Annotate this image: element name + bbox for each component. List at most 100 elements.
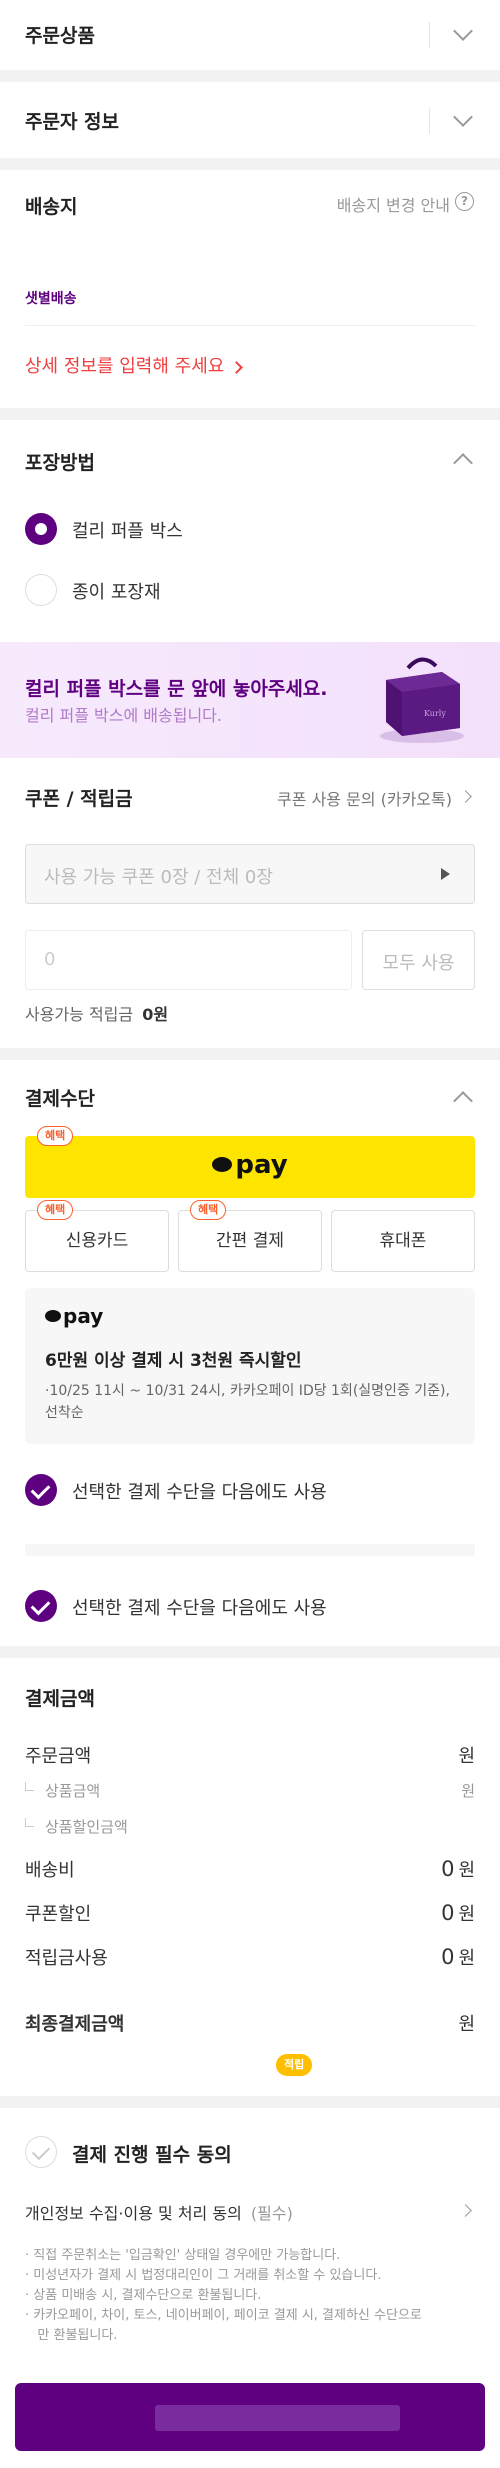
- reuse-payment-label-2[interactable]: 선택한 결제 수단을 다음에도 사용: [72, 1594, 327, 1620]
- delivery-type-label: 샛별배송: [25, 291, 77, 307]
- won-unit: 원: [458, 1860, 475, 1881]
- radio-purple-box[interactable]: [25, 513, 57, 545]
- shipping-fee-number: 0: [441, 1857, 455, 1881]
- pay-submit-button[interactable]: [15, 2383, 485, 2451]
- points-used-number: 0: [441, 1945, 455, 1969]
- chevron-down-icon[interactable]: [453, 21, 473, 41]
- chevron-down-icon[interactable]: [453, 107, 473, 127]
- chevron-right-icon[interactable]: [459, 2204, 472, 2217]
- banner-title: 컬리 퍼플 박스를 문 앞에 놓아주세요.: [25, 678, 328, 700]
- coupon-discount-number: 0: [441, 1901, 455, 1925]
- product-amount-label: 상품금액: [45, 1782, 101, 1800]
- kakaopay-logo-text: pay: [235, 1150, 288, 1180]
- question-circle-icon[interactable]: ?: [455, 192, 474, 211]
- product-discount-label: 상품할인금액: [45, 1818, 128, 1836]
- privacy-agreement-link[interactable]: 개인정보 수집·이용 및 처리 동의 (필수): [25, 2200, 293, 2224]
- promo-title: 6만원 이상 결제 시 3천원 즉시할인: [45, 1351, 302, 1371]
- divider: [25, 325, 475, 326]
- product-amount-row: 상품금액 원: [25, 1780, 475, 1810]
- privacy-agreement-label: 개인정보 수집·이용 및 처리 동의: [25, 2204, 242, 2223]
- benefit-badge: 혜택: [37, 1200, 74, 1220]
- pay-button-label-placeholder: [155, 2405, 400, 2431]
- radio-paper-pack[interactable]: [25, 574, 57, 606]
- reuse-payment-label[interactable]: 선택한 결제 수단을 다음에도 사용: [72, 1478, 327, 1504]
- kakaopay-promo-card: pay 6만원 이상 결제 시 3천원 즉시할인 ·10/25 11시 ~ 10…: [25, 1288, 475, 1444]
- packaging-option-paper[interactable]: 종이 포장재: [72, 578, 161, 604]
- shipping-detail-link[interactable]: 상세 정보를 입력해 주세요: [25, 352, 243, 378]
- shipping-title: 배송지: [25, 196, 78, 218]
- available-points-label: 사용가능 적립금: [25, 1005, 134, 1024]
- shipping-fee-label: 배송비: [25, 1860, 75, 1881]
- order-amount-label: 주문금액: [25, 1746, 92, 1767]
- shipping-detail-text: 상세 정보를 입력해 주세요: [25, 356, 225, 377]
- coupon-inquiry-link[interactable]: 쿠폰 사용 문의 (카카오톡): [277, 786, 452, 810]
- speech-bubble-icon: [45, 1310, 61, 1322]
- final-amount-label: 최종결제금액: [25, 2014, 125, 2035]
- points-used-value: 0원: [441, 1944, 475, 1970]
- won-unit: 원: [458, 1948, 475, 1969]
- agreement-note: · 직접 주문취소는 '입금확인' 상태일 경우에만 가능합니다.: [25, 2248, 341, 2263]
- order-amount-row: 주문금액 원: [25, 1742, 475, 1772]
- available-points: 사용가능 적립금 0원: [25, 1001, 168, 1025]
- reuse-payment-section: 선택한 결제 수단을 다음에도 사용: [0, 1544, 500, 1646]
- divider: [25, 1544, 475, 1556]
- use-all-points-button[interactable]: 모두 사용: [362, 930, 475, 990]
- mobile-pay-button[interactable]: 휴대폰: [331, 1210, 475, 1272]
- chevron-right-icon: [459, 790, 472, 803]
- payment-section: 결제수단 pay 혜택 신용카드 간편 결제 휴대폰 혜택 혜택 pay 6만원…: [0, 1060, 500, 1546]
- order-items-title: 주문상품: [25, 25, 95, 47]
- available-points-value: 0원: [142, 1005, 169, 1024]
- orderer-info-title: 주문자 정보: [25, 111, 120, 133]
- points-input-placeholder: 0: [44, 949, 56, 970]
- kakaopay-button[interactable]: pay: [25, 1136, 475, 1198]
- final-amount-row: 최종결제금액 원: [25, 2010, 475, 2040]
- chevron-up-icon[interactable]: [453, 453, 473, 473]
- coupon-title: 쿠폰 / 적립금: [25, 788, 133, 810]
- purple-box-image: Kurly: [380, 657, 464, 743]
- chevron-up-icon[interactable]: [453, 1091, 473, 1111]
- won-unit: 원: [458, 1904, 475, 1925]
- points-used-label: 적립금사용: [25, 1948, 108, 1969]
- orderer-info-section[interactable]: 주문자 정보: [0, 82, 500, 158]
- reuse-payment-checkbox-2[interactable]: [25, 1590, 57, 1622]
- chevron-right-icon: [230, 361, 243, 374]
- agreement-note: · 카카오페이, 차이, 토스, 네이버페이, 페이코 결제 시, 결제하신 수…: [25, 2308, 422, 2323]
- coupon-discount-value: 0원: [441, 1900, 475, 1926]
- reuse-payment-checkbox[interactable]: [25, 1474, 57, 1506]
- banner-subtitle: 컬리 퍼플 박스에 배송됩니다.: [25, 706, 222, 725]
- divider: [429, 22, 430, 48]
- benefit-badge: 혜택: [37, 1126, 74, 1146]
- agreement-title: 결제 진행 필수 동의: [72, 2144, 232, 2166]
- packaging-option-purple-box[interactable]: 컬리 퍼플 박스: [72, 517, 183, 543]
- divider: [429, 108, 430, 134]
- promo-description: ·10/25 11시 ~ 10/31 24시, 카카오페이 ID당 1회(실명인…: [45, 1383, 450, 1421]
- coupon-select[interactable]: 사용 가능 쿠폰 0장 / 전체 0장: [25, 844, 475, 904]
- order-items-section[interactable]: 주문상품: [0, 0, 500, 70]
- agreement-section: 결제 진행 필수 동의 개인정보 수집·이용 및 처리 동의 (필수) · 직접…: [0, 2108, 500, 2468]
- benefit-badge: 혜택: [190, 1200, 227, 1220]
- speech-bubble-icon: [212, 1157, 233, 1172]
- agreement-checkbox[interactable]: [25, 2136, 57, 2168]
- coupon-select-text: 사용 가능 쿠폰 0장 / 전체 0장: [44, 867, 273, 888]
- packaging-title: 포장방법: [25, 452, 95, 474]
- play-triangle-icon: [441, 868, 450, 880]
- points-input[interactable]: 0: [25, 930, 352, 990]
- checkout-page: 주문상품 주문자 정보 배송지 배송지 변경 안내 ? 샛별배송 상세 정보를 …: [0, 0, 500, 2468]
- coupon-section: 쿠폰 / 적립금 쿠폰 사용 문의 (카카오톡) 사용 가능 쿠폰 0장 / 전…: [0, 758, 500, 1048]
- promo-kakaopay-logo: pay: [45, 1304, 103, 1328]
- packaging-section: 포장방법 컬리 퍼플 박스 종이 포장재 컬리 퍼플 박스를 문 앞에 놓아주세…: [0, 420, 500, 758]
- shipping-section: 배송지 배송지 변경 안내 ? 샛별배송 상세 정보를 입력해 주세요: [0, 170, 500, 408]
- coupon-discount-row: 쿠폰할인 0원: [25, 1900, 475, 1930]
- shipping-change-guide[interactable]: 배송지 변경 안내: [337, 192, 450, 216]
- agreement-note: 만 환불됩니다.: [25, 2328, 118, 2343]
- sub-item-marker: [25, 1818, 34, 1827]
- kakaopay-logo: pay: [25, 1150, 475, 1180]
- sub-item-marker: [25, 1782, 34, 1791]
- coupon-discount-label: 쿠폰할인: [25, 1904, 92, 1925]
- payment-summary-section: 결제금액 주문금액 원 상품금액 원 상품할인금액 배송비 0원 쿠폰할인 0원…: [0, 1658, 500, 2096]
- product-discount-row: 상품할인금액: [25, 1816, 475, 1846]
- required-label: (필수): [250, 2204, 293, 2223]
- order-amount-value: 원: [458, 1746, 475, 1767]
- payment-title: 결제수단: [25, 1088, 95, 1110]
- shipping-fee-row: 배송비 0원: [25, 1856, 475, 1886]
